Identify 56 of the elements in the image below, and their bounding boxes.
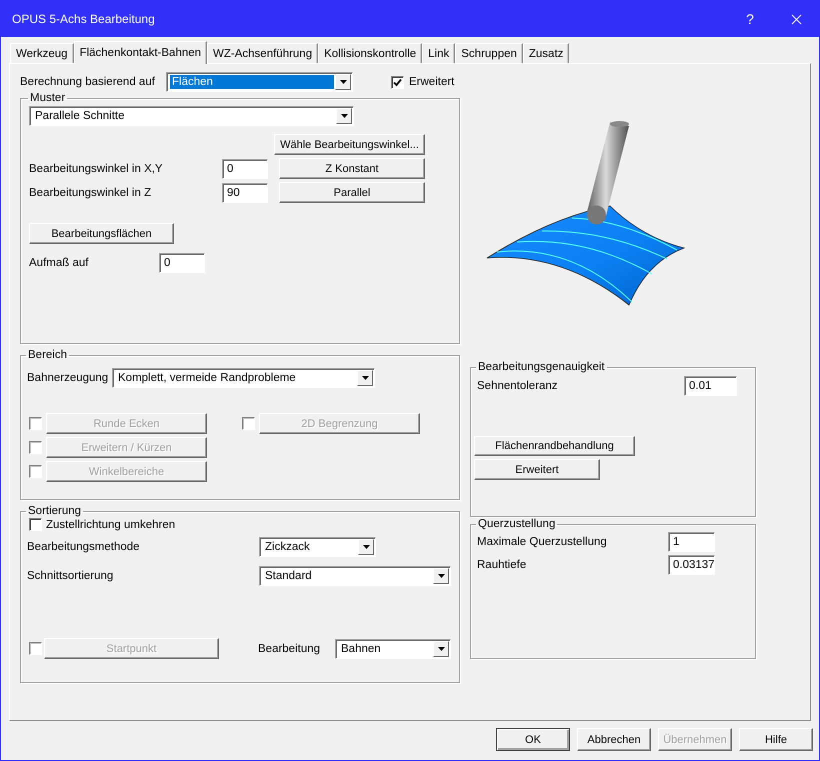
dropdown[interactable]: Bahnen [335, 638, 451, 658]
dialog-button[interactable]: Hilfe [739, 728, 813, 751]
tab[interactable]: Schruppen [455, 43, 523, 63]
group-title: Bereich [27, 349, 68, 361]
input-field[interactable]: 0 [159, 253, 205, 273]
surfaces-button[interactable]: Bearbeitungsflächen [29, 223, 174, 244]
input-field[interactable]: 1 [668, 532, 715, 552]
group-title: Querzustellung [477, 518, 556, 530]
edge-treatment-button[interactable]: Flächenrandbehandlung [474, 436, 635, 456]
dropdown[interactable]: Flächen [166, 72, 353, 92]
extended-button[interactable]: Erweitert [474, 459, 600, 480]
field-label: Bearbeitungswinkel in X,Y [29, 162, 164, 174]
field-label: Bearbeitungsmethode [27, 541, 141, 553]
group-title: Muster [29, 92, 66, 104]
input-field[interactable]: 0.03137 [668, 555, 715, 575]
mode-button[interactable]: Parallel [279, 182, 425, 203]
caret-icon [357, 370, 373, 386]
tab[interactable]: WZ-Achsenführung [207, 43, 318, 63]
group-title: Bearbeitungsgenauigkeit [477, 361, 606, 373]
caret-icon [358, 539, 374, 555]
dropdown[interactable]: Parallele Schnitte [29, 106, 354, 126]
dialog-button[interactable]: Abbrechen [577, 728, 651, 751]
input-field[interactable]: 0 [222, 158, 268, 178]
dialog-button[interactable]: OK [496, 728, 570, 751]
checkbox[interactable] [391, 76, 404, 88]
field-label: Berechnung basierend auf [20, 76, 156, 88]
field-label: Schnittsortierung [27, 570, 114, 582]
checkbox-label: Zustellrichtung umkehren [46, 518, 176, 530]
field-label: Bearbeitungswinkel in Z [29, 186, 152, 198]
field-label: Sehnentoleranz [477, 380, 559, 392]
tab[interactable]: Flächenkontakt-Bahnen [74, 41, 208, 64]
caret-icon [335, 74, 351, 90]
checkbox-label: Erweitert [409, 76, 454, 88]
help-button[interactable]: ? [727, 1, 773, 37]
input-field[interactable]: 90 [222, 182, 268, 202]
caret-icon [433, 640, 449, 656]
field-label: Bearbeitung [258, 642, 322, 654]
dropdown[interactable]: Standard [259, 566, 451, 586]
tab[interactable]: Kollisionskontrolle [318, 43, 422, 63]
dropdown[interactable]: Komplett, vermeide Randprobleme [112, 368, 375, 388]
input-field[interactable]: 0.01 [684, 376, 737, 396]
caret-icon [433, 568, 449, 584]
field-label: Maximale Querzustellung [477, 536, 608, 548]
tab[interactable]: Zusatz [522, 43, 570, 63]
field-label: Aufmaß auf [29, 257, 90, 269]
field-label: Rauhtiefe [477, 559, 528, 571]
checkbox[interactable] [29, 518, 42, 531]
caret-icon [336, 108, 352, 124]
field-label: Bahnerzeugung [27, 372, 110, 384]
mode-button[interactable]: Z Konstant [279, 158, 425, 179]
tab[interactable]: Werkzeug [10, 43, 74, 63]
window-title: OPUS 5-Achs Bearbeitung [12, 12, 156, 26]
select-angle-button[interactable]: Wähle Bearbeitungswinkel... [274, 134, 425, 155]
group-title: Sortierung [27, 505, 82, 517]
dropdown[interactable]: Zickzack [259, 537, 376, 557]
tab[interactable]: Link [422, 43, 456, 63]
